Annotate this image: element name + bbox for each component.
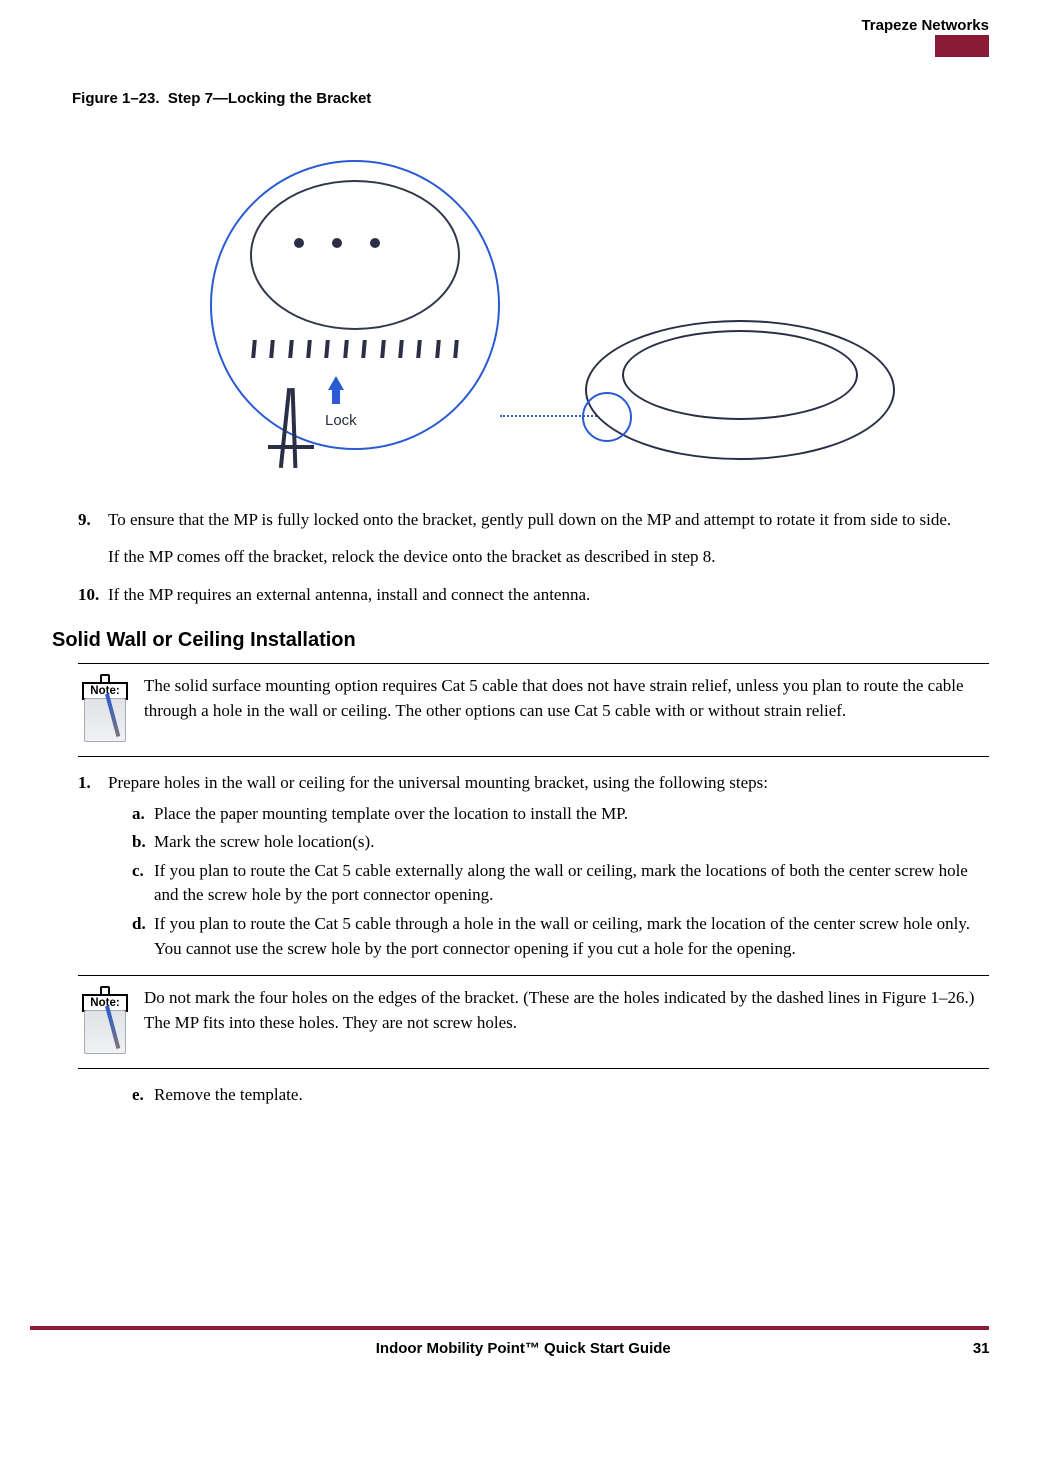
- substep-text: Remove the template.: [154, 1085, 303, 1104]
- note-icon: Note:: [78, 676, 132, 742]
- note-block-1: Note: The solid surface mounting option …: [78, 663, 989, 757]
- substep-a: a. Place the paper mounting template over…: [132, 802, 989, 827]
- body-content: 9. To ensure that the MP is fully locked…: [78, 508, 989, 1112]
- step-1: 1. Prepare holes in the wall or ceiling …: [78, 771, 989, 961]
- step-9: 9. To ensure that the MP is fully locked…: [78, 508, 989, 569]
- substep-b: b. Mark the screw hole location(s).: [132, 830, 989, 855]
- step-9-para2: If the MP comes off the bracket, relock …: [108, 545, 989, 570]
- note-text: The solid surface mounting option requir…: [144, 674, 989, 742]
- substep-text: If you plan to route the Cat 5 cable ext…: [154, 861, 968, 905]
- figure-title: Step 7—Locking the Bracket: [168, 90, 371, 107]
- step-text: Prepare holes in the wall or ceiling for…: [108, 773, 768, 792]
- step-number: 10.: [78, 583, 104, 608]
- lock-arrow-stem: [332, 390, 340, 404]
- footer: . Indoor Mobility Point™ Quick Start Gui…: [70, 1338, 990, 1360]
- callout-circle-icon: [582, 392, 632, 442]
- substep-label: a.: [132, 802, 145, 827]
- page-number: 31: [973, 1338, 990, 1360]
- figure-illustration: Lock: [70, 140, 989, 500]
- substep-c: c. If you plan to route the Cat 5 cable e…: [132, 859, 989, 908]
- substep-e: e. Remove the template.: [132, 1083, 989, 1108]
- substep-label: b.: [132, 830, 146, 855]
- footer-rule: [30, 1326, 989, 1330]
- ap-screws: [294, 238, 380, 248]
- step-10: 10. If the MP requires an external anten…: [78, 583, 989, 608]
- substep-text: If you plan to route the Cat 5 cable thr…: [154, 914, 970, 958]
- substep-label: d.: [132, 912, 146, 937]
- footer-title: Indoor Mobility Point™ Quick Start Guide: [376, 1338, 671, 1360]
- lock-arrow-icon: [328, 376, 344, 390]
- substep-text: Place the paper mounting template over t…: [154, 804, 628, 823]
- step-text: If the MP requires an external antenna, …: [108, 585, 590, 604]
- ap-teeth: [252, 340, 458, 364]
- document-page: Trapeze Networks Figure 1–23. Step 7—Loc…: [0, 0, 1059, 1380]
- step-text: To ensure that the MP is fully locked on…: [108, 510, 951, 529]
- note-text: Do not mark the four holes on the edges …: [144, 986, 989, 1054]
- substep-text: Mark the screw hole location(s).: [154, 832, 374, 851]
- substep-label: e.: [132, 1083, 144, 1108]
- lock-tool-base: [268, 445, 314, 449]
- step-number: 9.: [78, 508, 104, 533]
- note-icon: Note:: [78, 988, 132, 1054]
- substep-label: c.: [132, 859, 144, 884]
- bracket-ellipse-inner: [622, 330, 858, 420]
- figure-caption: Figure 1–23. Step 7—Locking the Bracket: [72, 88, 371, 110]
- step-number: 1.: [78, 771, 104, 796]
- section-heading: Solid Wall or Ceiling Installation: [52, 626, 989, 655]
- header-accent: [935, 35, 989, 57]
- figure-number: Figure 1–23.: [72, 90, 160, 107]
- brand-name: Trapeze Networks: [861, 15, 989, 37]
- lock-label: Lock: [325, 410, 357, 432]
- ap-top-ellipse: [250, 180, 460, 330]
- substep-d: d. If you plan to route the Cat 5 cable t…: [132, 912, 989, 961]
- note-block-2: Note: Do not mark the four holes on the …: [78, 975, 989, 1069]
